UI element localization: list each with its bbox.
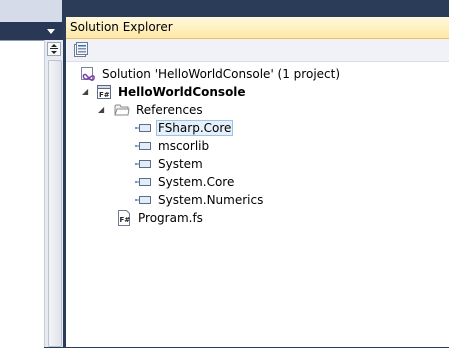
assembly-reference-icon — [135, 124, 151, 132]
vertical-scrollbar[interactable] — [44, 40, 63, 347]
reference-label: FSharp.Core — [156, 120, 234, 136]
fsharp-project-icon: F# — [97, 85, 111, 99]
assembly-reference-icon — [135, 160, 151, 168]
svg-text:F#: F# — [99, 91, 110, 99]
reference-label: System — [158, 157, 203, 171]
reference-item-system-core[interactable]: System.Core — [134, 173, 236, 191]
editor-tab-strip — [0, 0, 62, 22]
tree-node-solution[interactable]: Solution 'HelloWorldConsole' (1 project) — [80, 65, 342, 83]
assembly-reference-icon — [135, 142, 151, 150]
scrollbar-thumb[interactable] — [48, 60, 62, 347]
splitter-icon[interactable] — [47, 42, 61, 56]
panel-toolbar — [66, 39, 449, 62]
properties-icon[interactable] — [73, 42, 89, 58]
solution-icon — [81, 67, 95, 81]
reference-label: mscorlib — [158, 139, 210, 153]
assembly-reference-icon — [135, 196, 151, 204]
reference-label: System.Numerics — [158, 193, 264, 207]
svg-text:F#: F# — [120, 216, 131, 224]
dropdown-arrow-icon[interactable] — [46, 27, 56, 35]
reference-label: System.Core — [158, 175, 235, 189]
collapse-icon[interactable]: ◢ — [98, 101, 104, 119]
reference-item-mscorlib[interactable]: mscorlib — [134, 137, 211, 155]
reference-item-system[interactable]: System — [134, 155, 205, 173]
solution-explorer-panel: Solution Explorer Solution 'HelloWorldCo… — [66, 17, 449, 347]
tree-node-references[interactable]: References — [114, 101, 205, 119]
panel-title: Solution Explorer — [70, 20, 173, 34]
folder-icon — [114, 104, 130, 116]
references-label: References — [136, 103, 203, 117]
collapse-icon[interactable]: ◢ — [82, 83, 88, 101]
project-label: HelloWorldConsole — [118, 85, 246, 99]
tree-node-program-fs[interactable]: F# Program.fs — [116, 209, 205, 227]
tree-node-project[interactable]: F# HelloWorldConsole — [96, 83, 248, 101]
assembly-reference-icon — [135, 178, 151, 186]
code-editor-area[interactable] — [0, 40, 44, 348]
panel-header[interactable]: Solution Explorer — [66, 17, 449, 39]
solution-tree: Solution 'HelloWorldConsole' (1 project)… — [66, 63, 449, 347]
solution-label: Solution 'HelloWorldConsole' (1 project) — [102, 67, 341, 81]
reference-item-fsharp-core[interactable]: FSharp.Core — [134, 119, 234, 137]
editor-pane — [0, 0, 63, 348]
reference-item-system-numerics[interactable]: System.Numerics — [134, 191, 265, 209]
fsharp-file-icon: F# — [118, 210, 131, 226]
file-label: Program.fs — [138, 211, 203, 225]
